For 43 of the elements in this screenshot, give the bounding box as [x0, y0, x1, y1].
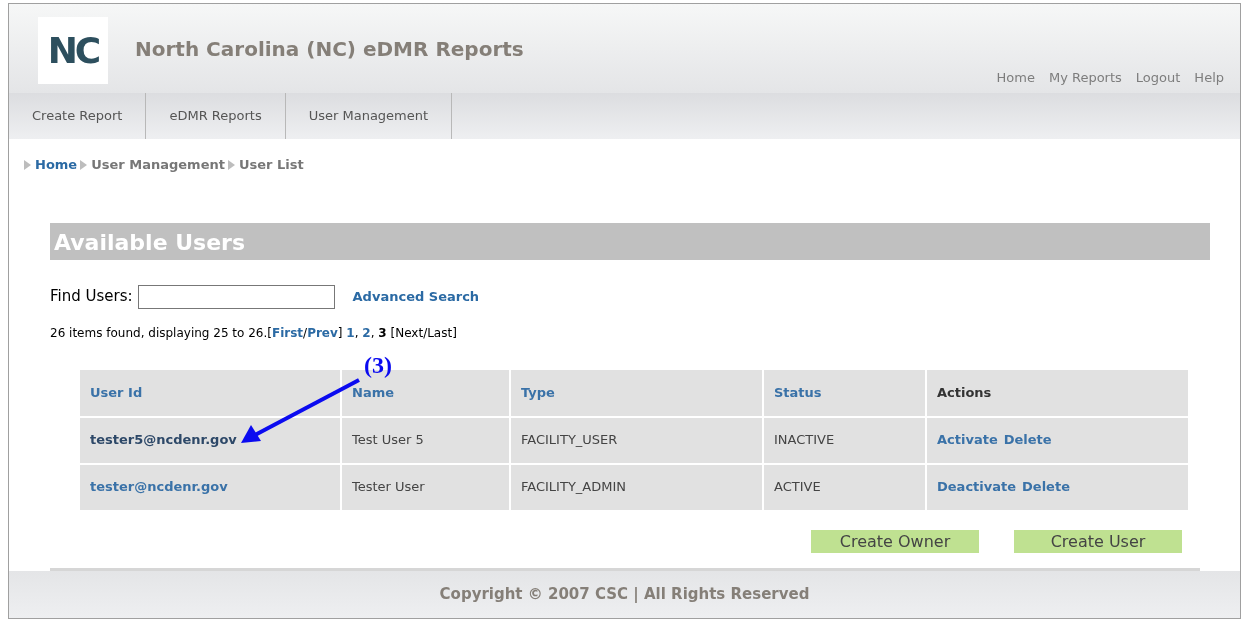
- breadcrumb-link[interactable]: Home: [35, 155, 78, 175]
- find-users-label: Find Users:: [50, 286, 133, 308]
- action-link[interactable]: Deactivate: [937, 477, 1017, 497]
- breadcrumb-item: User List: [238, 156, 304, 174]
- user-id-link[interactable]: tester@ncdenr.gov: [90, 477, 228, 497]
- breadcrumb-arrow-icon: [80, 159, 88, 170]
- action-link[interactable]: Delete: [1022, 477, 1070, 497]
- action-button[interactable]: Create User: [1014, 529, 1182, 553]
- results-summary: 26 items found, displaying 25 to 26.[First/Prev] 1, 2, 3 [Next/Last]: [50, 324, 458, 342]
- nav-tab[interactable]: Create Report: [9, 93, 147, 139]
- section-header: Available Users: [50, 222, 1210, 260]
- table-cell: FACILITY_ADMIN: [511, 464, 762, 510]
- column-header[interactable]: Type: [511, 369, 762, 416]
- column-header[interactable]: Status: [764, 369, 925, 416]
- advanced-search-link[interactable]: Advanced Search: [352, 286, 480, 307]
- nav-tab[interactable]: User Management: [285, 93, 453, 139]
- page-link[interactable]: First: [272, 325, 304, 340]
- page-link[interactable]: Prev: [307, 325, 338, 340]
- header-link[interactable]: My Reports: [1048, 68, 1122, 88]
- action-button[interactable]: Create Owner: [811, 529, 979, 553]
- table-cell: FACILITY_USER: [511, 417, 762, 463]
- page-link[interactable]: 2: [362, 325, 371, 340]
- breadcrumb-item: User Management: [91, 156, 225, 174]
- header-link[interactable]: Logout: [1135, 68, 1181, 88]
- action-link[interactable]: Delete: [1003, 430, 1052, 450]
- table-cell: INACTIVE: [764, 417, 925, 463]
- user-id-link[interactable]: tester5@ncdenr.gov: [90, 430, 237, 450]
- nc-logo: NC: [38, 17, 108, 84]
- site-title: North Carolina (NC) eDMR Reports: [135, 36, 524, 63]
- header-link[interactable]: Home: [996, 68, 1035, 88]
- table-cell: Tester User: [342, 464, 509, 510]
- breadcrumb-arrow-icon: [24, 159, 31, 170]
- find-users-field[interactable]: [137, 284, 335, 309]
- action-link[interactable]: Activate: [937, 430, 998, 450]
- column-header: Actions: [927, 369, 1188, 416]
- table-cell: ACTIVE: [764, 464, 925, 510]
- page-link[interactable]: 1: [346, 325, 355, 340]
- breadcrumb-arrow-icon: [227, 159, 235, 170]
- column-header[interactable]: User Id: [80, 369, 340, 416]
- footer-copyright: Copyright © 2007 CSC | All Rights Reserved: [9, 571, 1240, 618]
- nav-tab[interactable]: eDMR Reports: [146, 93, 286, 139]
- table-cell: Test User 5: [342, 417, 509, 463]
- header-link[interactable]: Help: [1194, 68, 1224, 88]
